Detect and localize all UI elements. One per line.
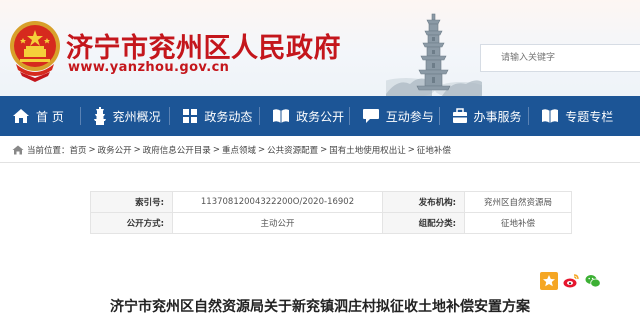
nav-item-label: 专题专栏	[565, 109, 614, 124]
breadcrumb-separator: >	[133, 145, 141, 155]
grid-icon	[183, 109, 198, 123]
wechat-share-icon[interactable]	[584, 272, 602, 290]
nav-item-label: 政务公开	[296, 109, 345, 124]
service-icon	[452, 108, 467, 123]
nav-item-open-gov[interactable]: 政务公开	[260, 96, 349, 136]
open-method-label: 公开方式:	[90, 212, 173, 234]
breadcrumb-link[interactable]: 公共资源配置	[267, 144, 318, 156]
breadcrumb-link[interactable]: 政务公开	[98, 144, 132, 156]
open-method-value: 主动公开	[172, 212, 383, 234]
book-icon	[542, 109, 559, 123]
pagoda-illustration-icon	[386, 13, 482, 96]
category-value: 征地补偿	[464, 212, 572, 234]
nav-item-home[interactable]: 首 页	[0, 96, 80, 136]
table-row: 公开方式: 主动公开 组配分类: 征地补偿	[90, 212, 572, 234]
breadcrumb-link[interactable]: 政府信息公开目录	[143, 144, 211, 156]
chat-icon	[362, 109, 379, 123]
main-nav: 首 页 兖州概况 政务动态 政务公开 互动参与 办事服务 专题专栏	[0, 96, 640, 136]
breadcrumb-link[interactable]: 重点领域	[222, 144, 256, 156]
nav-item-topics[interactable]: 专题专栏	[529, 96, 640, 136]
home-icon	[13, 109, 29, 123]
index-value: 11370812004322200O/2020-16902	[172, 191, 383, 213]
book-icon	[273, 109, 290, 123]
breadcrumb-link[interactable]: 首页	[70, 144, 87, 156]
breadcrumb-separator: >	[407, 145, 415, 155]
search-input[interactable]	[481, 45, 640, 71]
site-header: 济宁市兖州区人民政府 www.yanzhou.gov.cn	[0, 0, 640, 96]
favorite-share-icon[interactable]	[540, 272, 558, 290]
nav-item-overview[interactable]: 兖州概况	[81, 96, 170, 136]
breadcrumb-separator: >	[257, 145, 266, 155]
category-label: 组配分类:	[382, 212, 465, 234]
home-icon	[12, 145, 24, 155]
weibo-share-icon[interactable]	[562, 272, 580, 290]
breadcrumb-prefix: 当前位置：	[27, 146, 70, 156]
article-title: 济宁市兖州区自然资源局关于新兖镇泗庄村拟征收土地补偿安置方案	[110, 299, 530, 315]
breadcrumb-separator: >	[88, 145, 96, 155]
nav-item-news[interactable]: 政务动态	[170, 96, 259, 136]
nav-item-label: 办事服务	[473, 109, 522, 124]
nav-item-label: 政务动态	[204, 109, 253, 124]
breadcrumb-link[interactable]: 国有土地使用权出让	[329, 144, 406, 156]
breadcrumb: 当前位置： 首页 > 政务公开 > 政府信息公开目录 > 重点领域 > 公共资源…	[12, 143, 451, 157]
publisher-value: 兖州区自然资源局	[464, 191, 572, 213]
nav-item-services[interactable]: 办事服务	[440, 96, 529, 136]
pagoda-icon	[93, 107, 106, 125]
share-bar	[540, 272, 602, 290]
nav-item-interaction[interactable]: 互动参与	[350, 96, 439, 136]
index-label: 索引号:	[90, 191, 173, 213]
nav-item-label: 兖州概况	[112, 109, 161, 124]
breadcrumb-separator: >	[320, 145, 328, 155]
breadcrumb-separator: >	[212, 145, 220, 155]
document-meta-table: 索引号: 11370812004322200O/2020-16902 发布机构:…	[90, 191, 572, 234]
national-emblem-icon	[10, 21, 60, 82]
table-row: 索引号: 11370812004322200O/2020-16902 发布机构:…	[90, 191, 572, 213]
site-url[interactable]: www.yanzhou.gov.cn	[68, 60, 229, 75]
breadcrumb-divider	[0, 162, 640, 163]
nav-item-label: 互动参与	[385, 109, 434, 124]
search-box	[480, 44, 640, 72]
nav-item-label: 首 页	[36, 109, 64, 124]
publisher-label: 发布机构:	[382, 191, 465, 213]
breadcrumb-link[interactable]: 征地补偿	[417, 144, 451, 156]
